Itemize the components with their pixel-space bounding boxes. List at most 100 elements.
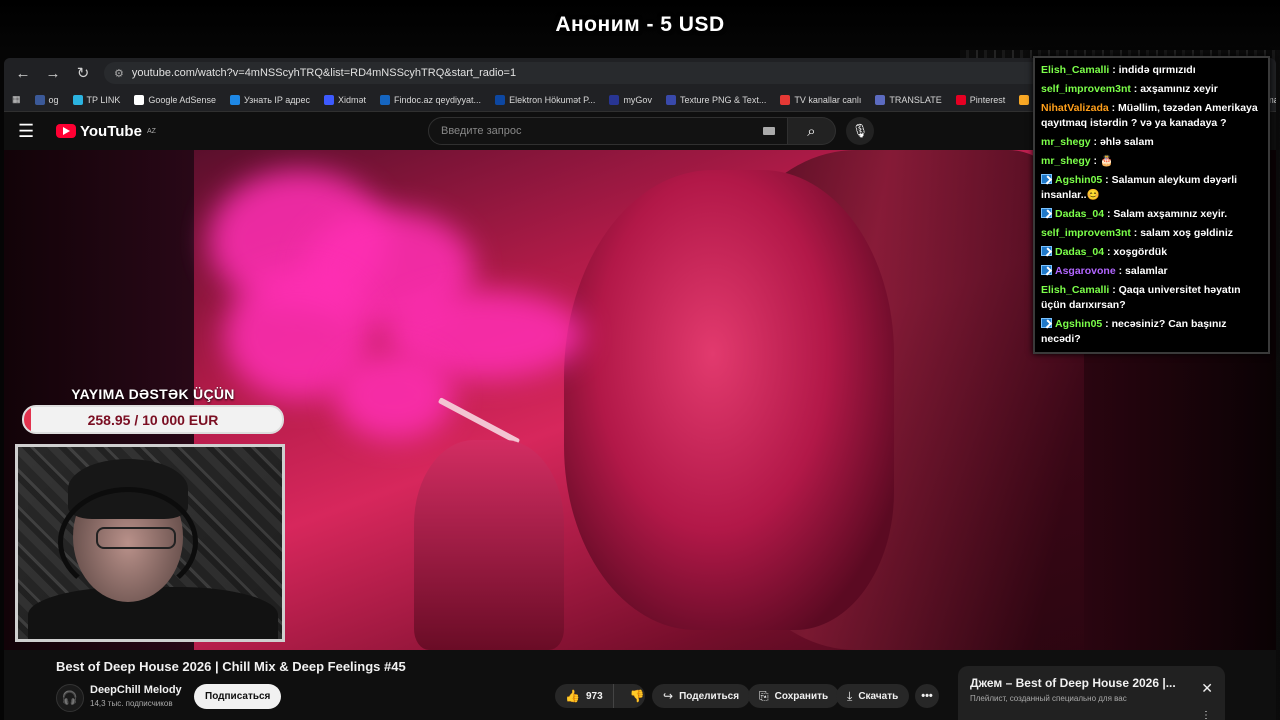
subscriber-badge-icon <box>1041 208 1052 218</box>
mix-subtitle: Плейлист, созданный специально для вас <box>970 694 1127 703</box>
like-count: 973 <box>585 690 603 702</box>
back-icon[interactable]: ← <box>14 65 32 82</box>
chat-username: self_improvem3nt <box>1041 83 1131 95</box>
download-button[interactable]: ⤓ Скачать <box>836 684 910 708</box>
bookmark-label: og <box>48 94 59 105</box>
apps-icon[interactable]: ▦ <box>12 94 21 105</box>
bookmark-item[interactable]: Texture PNG & Text... <box>665 94 767 105</box>
close-icon[interactable]: ✕ <box>1201 680 1213 697</box>
bookmark-favicon-icon <box>134 94 145 105</box>
youtube-logo[interactable]: YouTube AZ <box>56 123 156 140</box>
chat-username: Agshin05 <box>1055 318 1103 330</box>
bookmark-label: Xidmət <box>338 94 367 105</box>
share-label: Поделиться <box>679 690 740 702</box>
forward-icon[interactable]: → <box>44 65 62 82</box>
bookmark-favicon-icon <box>380 94 391 105</box>
chat-message: Elish_Camalli : Qaqa universitet həyatın… <box>1041 283 1262 313</box>
bookmark-label: Google AdSense <box>148 94 216 105</box>
bookmark-favicon-icon <box>1019 94 1030 105</box>
chat-separator: : <box>1109 284 1119 296</box>
chat-text: əhlə salam <box>1099 136 1154 148</box>
chat-text: 🎂 <box>1099 155 1114 167</box>
chat-username: NihatValizada <box>1041 102 1109 114</box>
bookmark-item[interactable]: TP LINK <box>72 94 121 105</box>
chat-username: Elish_Camalli <box>1041 64 1110 76</box>
reload-icon[interactable]: ↻ <box>74 64 92 82</box>
bookmark-item[interactable]: TRANSLATE <box>875 94 942 105</box>
share-icon: ↪ <box>663 689 674 703</box>
bookmark-item[interactable]: Findoc.az qeydiyyat... <box>380 94 482 105</box>
bookmark-item[interactable]: og <box>34 94 59 105</box>
keyboard-icon[interactable] <box>763 127 775 135</box>
channel-name[interactable]: DeepChill Melody <box>90 684 182 696</box>
webcam-body-shape <box>28 587 278 639</box>
save-label: Сохранить <box>774 690 829 702</box>
bookmark-item[interactable]: Elektron Hökumət P... <box>495 94 595 105</box>
subscriber-badge-icon <box>1041 318 1052 328</box>
menu-icon[interactable]: ☰ <box>18 121 48 142</box>
chat-separator: : <box>1102 318 1112 330</box>
bookmark-item[interactable]: Узнать IP адрес <box>229 94 310 105</box>
search-button[interactable]: ⌕ <box>788 117 836 145</box>
bookmark-icon: ⎘ <box>759 688 769 703</box>
chat-message: self_improvem3nt : salam xoş gəldiniz <box>1041 226 1262 241</box>
search-placeholder: Введите запрос <box>441 125 522 137</box>
bookmark-label: Findoc.az qeydiyyat... <box>394 94 482 105</box>
channel-avatar[interactable]: 🎧 <box>56 684 84 712</box>
bookmark-item[interactable]: TV kanallar canlı <box>780 94 861 105</box>
goal-title: YAYIMA DƏSTƏK ÜÇÜN <box>71 386 235 402</box>
chat-message: Dadas_04 : xoşgördük <box>1041 245 1262 260</box>
dislike-button[interactable]: 👎 <box>620 689 655 703</box>
bookmark-favicon-icon <box>955 94 966 105</box>
video-info-bar: Best of Deep House 2026 | Chill Mix & De… <box>4 650 1276 720</box>
bookmark-favicon-icon <box>495 94 506 105</box>
download-label: Скачать <box>858 690 899 702</box>
video-title: Best of Deep House 2026 | Chill Mix & De… <box>56 659 406 674</box>
chat-message: Asgarovone : salamlar <box>1041 264 1262 279</box>
bookmark-favicon-icon <box>229 94 240 105</box>
bookmark-label: Узнать IP адрес <box>243 94 310 105</box>
streamer-webcam <box>15 444 285 642</box>
more-vertical-icon[interactable]: ⋮ <box>1201 710 1211 720</box>
bookmark-item[interactable]: Google AdSense <box>134 94 216 105</box>
chat-overlay: Elish_Camalli : indidə qırmızıdı self_imp… <box>1033 56 1270 354</box>
chat-message: self_improvem3nt : axşamınız xeyir <box>1041 82 1262 97</box>
thumbs-up-icon: 👍 <box>565 689 580 703</box>
more-actions-button[interactable]: ••• <box>915 684 939 708</box>
like-button[interactable]: 👍 973 <box>555 684 614 708</box>
bookmark-item[interactable]: Xidmət <box>324 94 367 105</box>
chat-text: indidə qırmızıdı <box>1118 64 1196 76</box>
bookmark-label: Texture PNG & Text... <box>679 94 767 105</box>
search-bar: Введите запрос ⌕ 🎙 <box>428 117 874 145</box>
chat-username: Dadas_04 <box>1055 246 1105 258</box>
bookmark-label: TP LINK <box>86 94 121 105</box>
chat-separator: : <box>1104 208 1114 220</box>
chat-message: NihatValizada : Müəllim, təzədən Amerika… <box>1041 101 1262 131</box>
country-code: AZ <box>146 127 156 135</box>
chat-separator: : <box>1090 136 1100 148</box>
chat-separator: : <box>1130 227 1141 239</box>
save-button[interactable]: ⎘ Сохранить <box>748 684 840 708</box>
bookmark-item[interactable]: Pinterest <box>955 94 1005 105</box>
subscriber-badge-icon <box>1041 174 1052 184</box>
like-dislike-group: 👍 973 👎 <box>555 684 645 708</box>
share-button[interactable]: ↪ Поделиться <box>652 684 751 708</box>
youtube-logo-text: YouTube <box>80 122 142 140</box>
bookmark-favicon-icon <box>875 94 886 105</box>
mix-playlist-card[interactable]: Джем – Best of Deep House 2026 |... Плей… <box>958 666 1225 720</box>
chat-username: Agshin05 <box>1055 174 1103 186</box>
site-info-icon[interactable]: ⚙ <box>114 67 124 80</box>
chat-message: Dadas_04 : Salam axşamınız xeyir. <box>1041 207 1262 222</box>
chat-message: mr_shegy : 🎂 <box>1041 154 1262 169</box>
voice-search-button[interactable]: 🎙 <box>846 117 874 145</box>
chat-text: xoşgördük <box>1113 246 1168 258</box>
subscriber-badge-icon <box>1041 246 1052 256</box>
subscribe-button[interactable]: Подписаться <box>194 684 282 709</box>
chat-message: Elish_Camalli : indidə qırmızıdı <box>1041 63 1262 78</box>
bookmark-item[interactable]: myGov <box>609 94 652 105</box>
chat-username: Elish_Camalli <box>1041 284 1110 296</box>
search-input[interactable]: Введите запрос <box>428 117 788 145</box>
headphones-icon <box>58 487 198 597</box>
bookmark-favicon-icon <box>324 94 334 105</box>
donation-goal-bar: 258.95 / 10 000 EUR <box>22 405 284 434</box>
